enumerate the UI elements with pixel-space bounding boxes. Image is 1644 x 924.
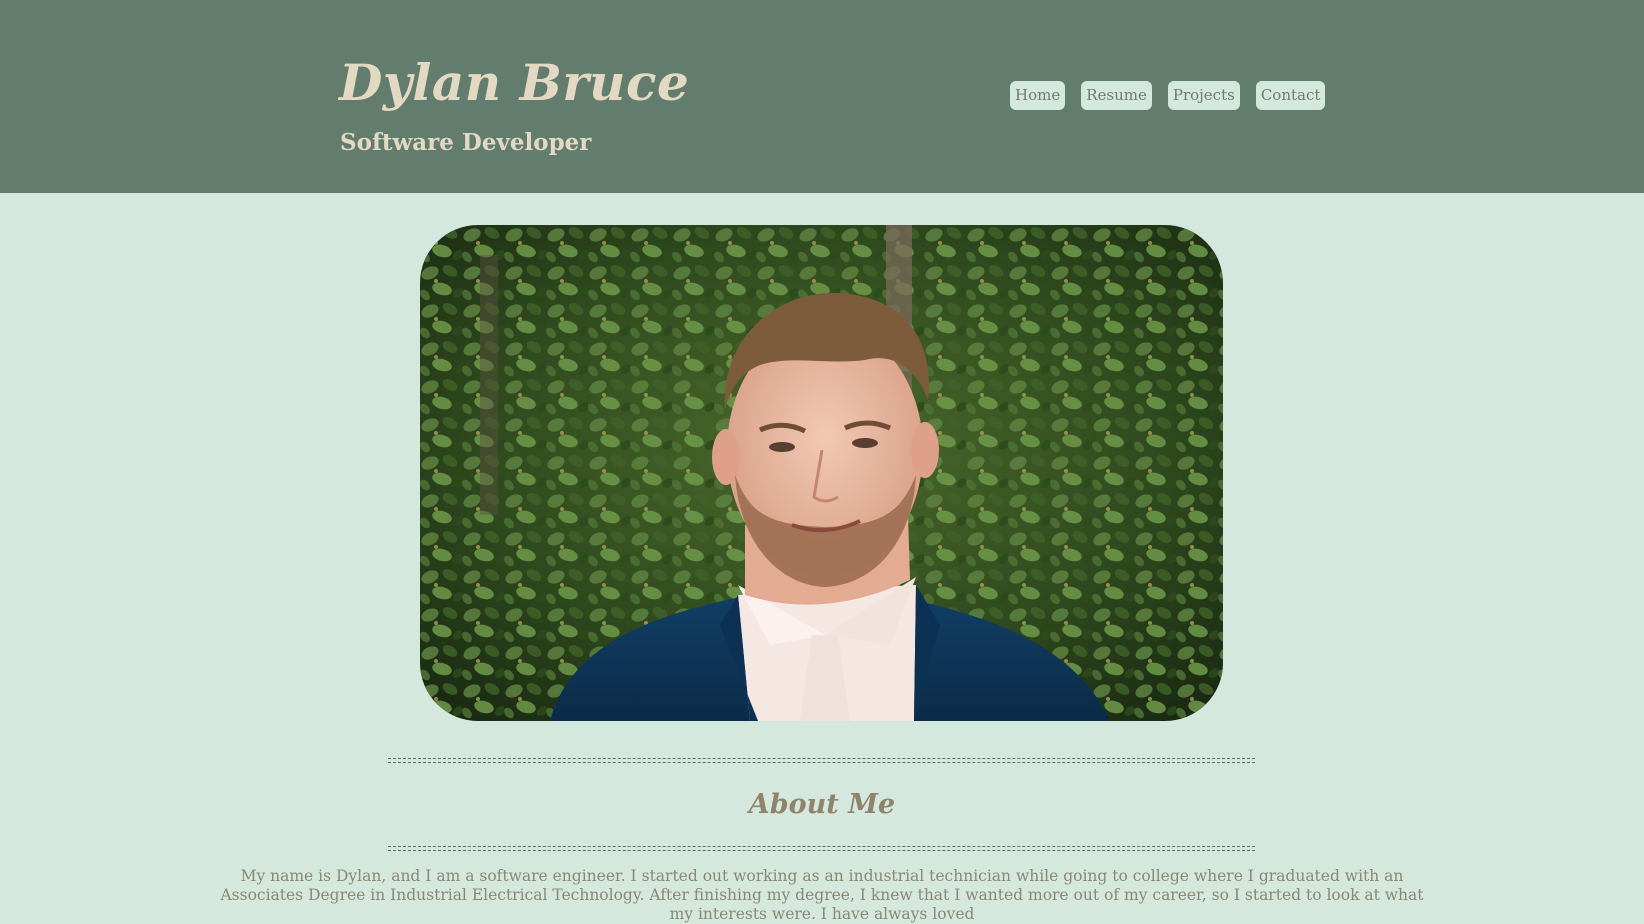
site-subtitle: Software Developer <box>340 129 592 156</box>
section-divider-bottom <box>388 846 1255 851</box>
nav-resume-button[interactable]: Resume <box>1081 81 1152 110</box>
nav-contact-button[interactable]: Contact <box>1255 81 1326 110</box>
profile-photo-illustration <box>420 225 1223 721</box>
nav-projects-button[interactable]: Projects <box>1167 81 1240 110</box>
main-nav: Home Resume Projects Contact <box>1010 81 1326 110</box>
section-divider-top <box>388 758 1255 763</box>
nav-home-button[interactable]: Home <box>1010 81 1066 110</box>
site-header: Dylan Bruce Software Developer Home Resu… <box>0 0 1644 193</box>
about-body: My name is Dylan, and I am a software en… <box>220 867 1424 923</box>
site-title: Dylan Bruce <box>339 53 690 112</box>
about-heading: About Me <box>748 789 896 820</box>
profile-photo <box>420 225 1223 721</box>
